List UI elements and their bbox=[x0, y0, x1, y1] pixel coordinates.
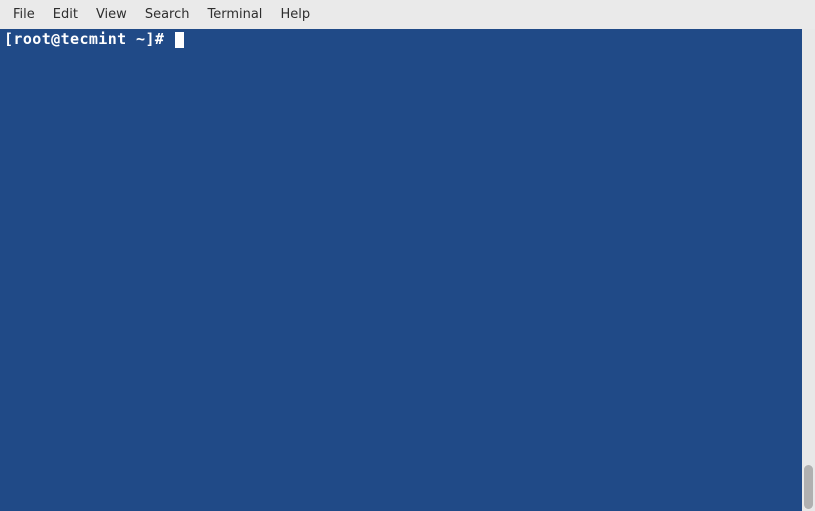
scrollbar-track[interactable] bbox=[802, 29, 815, 511]
terminal-container: [root@tecmint ~]# bbox=[0, 29, 815, 511]
terminal-body[interactable]: [root@tecmint ~]# bbox=[0, 29, 802, 511]
text-cursor bbox=[175, 32, 184, 48]
menu-help[interactable]: Help bbox=[271, 2, 319, 27]
menu-search[interactable]: Search bbox=[136, 2, 199, 27]
shell-prompt: [root@tecmint ~]# bbox=[4, 30, 174, 48]
menu-terminal[interactable]: Terminal bbox=[198, 2, 271, 27]
scrollbar-thumb[interactable] bbox=[804, 465, 813, 509]
menubar: File Edit View Search Terminal Help bbox=[0, 0, 815, 29]
menu-edit[interactable]: Edit bbox=[44, 2, 87, 27]
menu-view[interactable]: View bbox=[87, 2, 136, 27]
menu-file[interactable]: File bbox=[4, 2, 44, 27]
